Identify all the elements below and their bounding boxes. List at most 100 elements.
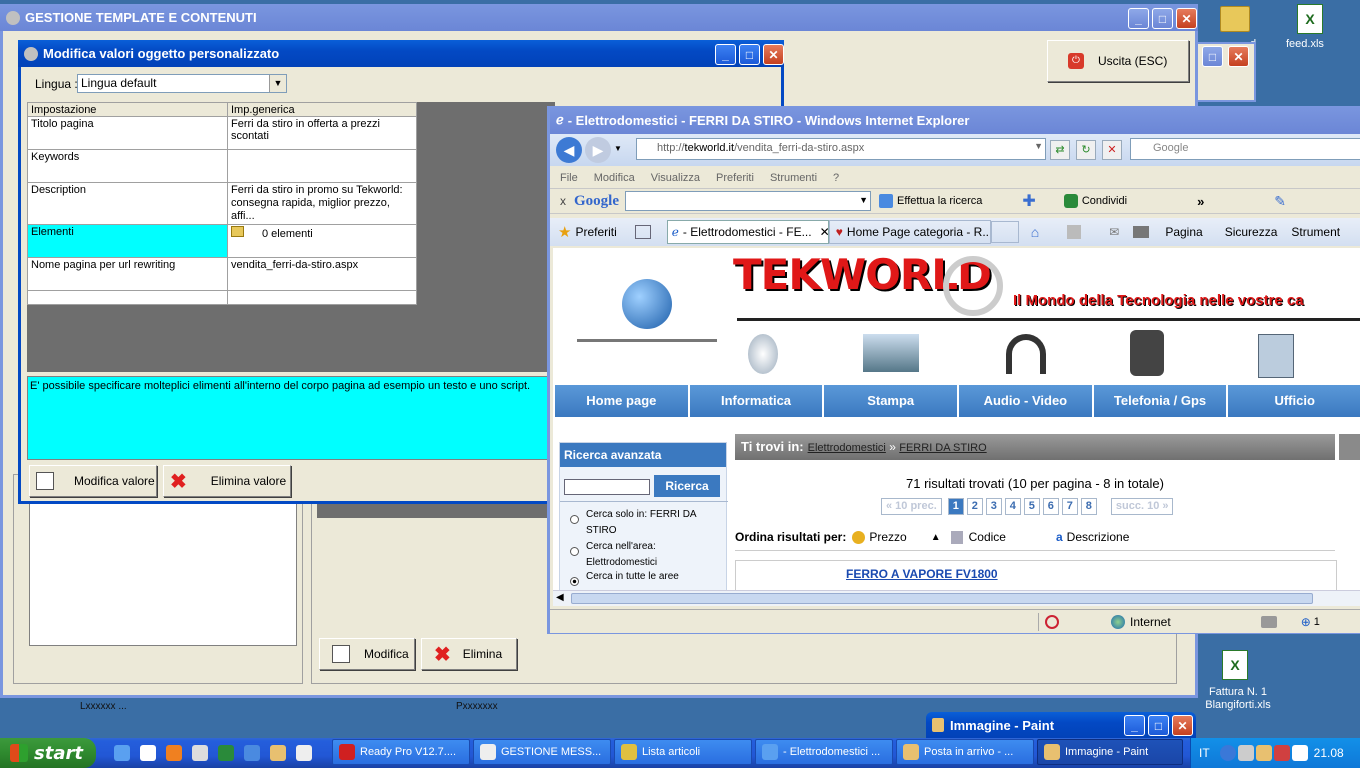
- feeds-icon[interactable]: [1067, 225, 1082, 239]
- crumb-ferri[interactable]: FERRI DA STIRO: [899, 442, 986, 454]
- sort-price[interactable]: Prezzo: [869, 530, 906, 544]
- menu-tools[interactable]: Strumenti: [770, 172, 817, 184]
- next-page-button[interactable]: succ. 10 »: [1110, 498, 1174, 515]
- grid-key[interactable]: Titolo pagina: [27, 116, 228, 150]
- forward-arrow-icon[interactable]: ▶: [585, 137, 611, 163]
- task-gestione-mess[interactable]: GESTIONE MESS...: [473, 739, 611, 765]
- exit-button[interactable]: ⏻ Uscita (ESC): [1047, 40, 1189, 82]
- task-lista-articoli[interactable]: Lista articoli: [614, 739, 752, 765]
- nav-ufficio[interactable]: Ufficio: [1228, 385, 1360, 417]
- privacy-icon[interactable]: [1045, 614, 1059, 629]
- tray-arrow-icon[interactable]: [1219, 745, 1236, 761]
- calc-launch-icon[interactable]: [296, 745, 312, 761]
- hidden-max-button[interactable]: □: [1202, 46, 1223, 67]
- nav-telefonia[interactable]: Telefonia / Gps: [1093, 385, 1229, 417]
- scroll-thumb[interactable]: [571, 593, 1313, 604]
- delete-value-button[interactable]: ✖ Elimina valore: [163, 465, 291, 497]
- radio-button[interactable]: [570, 547, 579, 556]
- nav-audio-video[interactable]: Audio - Video: [959, 385, 1094, 417]
- template-close-button[interactable]: ✕: [1176, 8, 1197, 29]
- nav-informatica[interactable]: Informatica: [689, 385, 825, 417]
- google-search-input[interactable]: ▼: [625, 191, 871, 211]
- tab-inactive[interactable]: ♥ Home Page categoria - R...: [828, 220, 991, 244]
- paint-min-button[interactable]: _: [1124, 715, 1145, 736]
- prev-page-button[interactable]: « 10 prec.: [881, 498, 942, 515]
- template-max-button[interactable]: □: [1152, 8, 1173, 29]
- excel-launch-icon[interactable]: [218, 745, 234, 761]
- language-select[interactable]: Lingua default ▼: [77, 74, 287, 93]
- desktop-folder-icon[interactable]: [1220, 6, 1250, 32]
- wrench-icon[interactable]: ✎: [1274, 193, 1286, 210]
- menu-edit[interactable]: Modifica: [594, 172, 635, 184]
- history-dropdown-icon[interactable]: ▼: [614, 144, 622, 153]
- nav-home[interactable]: Home page: [555, 385, 690, 417]
- page-5[interactable]: 5: [1023, 498, 1040, 515]
- nav-stampa[interactable]: Stampa: [824, 385, 960, 417]
- grid-key[interactable]: [27, 290, 228, 305]
- grid-value[interactable]: [227, 290, 417, 305]
- back-arrow-icon[interactable]: ◀: [556, 137, 582, 163]
- dialog-close-button[interactable]: ✕: [763, 44, 784, 65]
- tray-security-icon[interactable]: [1273, 745, 1290, 761]
- horizontal-scrollbar[interactable]: ◀: [553, 590, 1360, 606]
- sort-code[interactable]: Codice: [969, 530, 1006, 544]
- firefox-launch-icon[interactable]: [166, 745, 182, 761]
- grid-value[interactable]: vendita_ferri-da-stiro.aspx: [227, 257, 417, 291]
- close-icon[interactable]: ✕: [820, 225, 828, 239]
- address-bar[interactable]: http://tekworld.it/vendita_ferri-da-stir…: [636, 138, 1046, 160]
- dialog-max-button[interactable]: □: [739, 44, 760, 65]
- scroll-left-icon[interactable]: ◀: [556, 592, 564, 603]
- modify-value-button[interactable]: Modifica valore: [29, 465, 157, 497]
- radio-button[interactable]: [570, 515, 579, 524]
- task-ready-pro[interactable]: Ready Pro V12.7....: [332, 739, 470, 765]
- menu-view[interactable]: Visualizza: [651, 172, 700, 184]
- security-menu[interactable]: Sicurezza: [1225, 225, 1278, 239]
- task-elettrodomestici[interactable]: - Elettrodomestici ...: [755, 739, 893, 765]
- template-min-button[interactable]: _: [1128, 8, 1149, 29]
- messenger-launch-icon[interactable]: [140, 745, 156, 761]
- menu-help[interactable]: ?: [833, 172, 839, 184]
- media-launch-icon[interactable]: [192, 745, 208, 761]
- page-3[interactable]: 3: [985, 498, 1002, 515]
- language-indicator[interactable]: IT: [1199, 746, 1210, 760]
- grid-key[interactable]: Keywords: [27, 149, 228, 183]
- desktop-excel-icon[interactable]: X: [1297, 4, 1323, 34]
- radio-button-selected[interactable]: [570, 577, 579, 586]
- ie-launch-icon[interactable]: [114, 745, 130, 761]
- star-favorites-icon[interactable]: ★: [558, 223, 571, 241]
- stop-icon[interactable]: ✕: [1102, 140, 1122, 160]
- paint-close-button[interactable]: ✕: [1172, 715, 1193, 736]
- page-8[interactable]: 8: [1080, 498, 1097, 515]
- page-1[interactable]: 1: [947, 498, 964, 515]
- page-4[interactable]: 4: [1004, 498, 1021, 515]
- tab-active[interactable]: ℯ- Elettrodomestici - FE... ✕: [666, 220, 829, 244]
- address-dropdown-icon[interactable]: ▼: [1034, 141, 1043, 151]
- modify-button[interactable]: Modifica: [319, 638, 415, 670]
- grid-value[interactable]: Ferri da stiro in promo su Tekworld: con…: [227, 182, 417, 225]
- home-icon[interactable]: ⌂: [1031, 224, 1039, 240]
- menu-file[interactable]: File: [560, 172, 578, 184]
- grid-key-selected[interactable]: Elementi: [27, 224, 228, 258]
- menu-favorites[interactable]: Preferiti: [716, 172, 754, 184]
- page-7[interactable]: 7: [1061, 498, 1078, 515]
- google-search-button[interactable]: Effettua la ricerca: [897, 195, 982, 207]
- toolbar-close-icon[interactable]: x: [560, 194, 566, 208]
- sort-description[interactable]: Descrizione: [1067, 530, 1130, 544]
- refresh-icon[interactable]: ↻: [1076, 140, 1096, 160]
- plus-icon[interactable]: ✚: [1022, 191, 1035, 211]
- share-button[interactable]: Condividi: [1082, 195, 1127, 207]
- ie-search-box[interactable]: Google: [1130, 138, 1360, 160]
- grid-value[interactable]: [227, 149, 417, 183]
- paint-max-button[interactable]: □: [1148, 715, 1169, 736]
- ricerca-button[interactable]: Ricerca: [654, 475, 720, 497]
- tray-messenger-icon[interactable]: [1291, 745, 1308, 761]
- app-launch-icon[interactable]: [244, 745, 260, 761]
- grid-value-elements[interactable]: 0 elementi: [227, 224, 417, 258]
- desktop-excel-icon-2[interactable]: X: [1222, 650, 1248, 680]
- hidden-close-button[interactable]: ✕: [1228, 46, 1249, 67]
- tools-menu[interactable]: Strument: [1291, 225, 1340, 239]
- outlook-launch-icon[interactable]: [270, 745, 286, 761]
- dialog-min-button[interactable]: _: [715, 44, 736, 65]
- grid-key[interactable]: Description: [27, 182, 228, 225]
- more-tools-icon[interactable]: »: [1197, 194, 1204, 209]
